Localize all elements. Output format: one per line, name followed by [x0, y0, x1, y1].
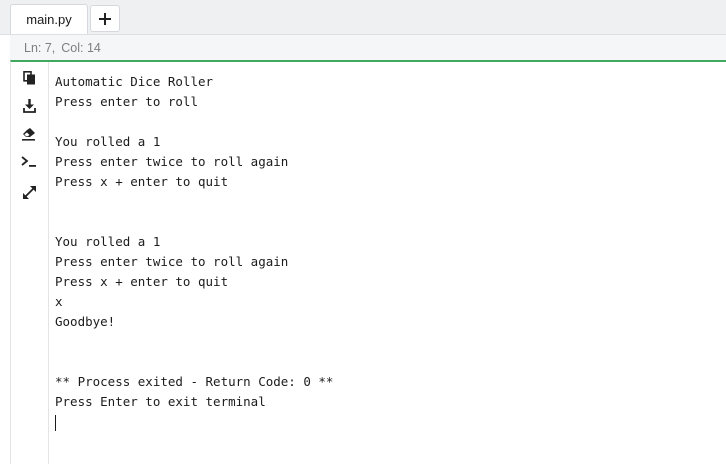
- status-bar: Ln: 7, Col: 14: [10, 35, 726, 60]
- text-cursor: [55, 414, 56, 431]
- console-toolbar: [11, 62, 49, 464]
- terminal-line: ** Process exited - Return Code: 0 **: [55, 374, 334, 389]
- expand-icon: [22, 185, 36, 199]
- tab-label: main.py: [26, 12, 72, 27]
- terminal-line: Automatic Dice Roller: [55, 74, 214, 89]
- terminal-line: You rolled a 1: [55, 134, 161, 149]
- console-panel: Automatic Dice Roller Press enter to rol…: [10, 60, 726, 464]
- tab-main-py[interactable]: main.py: [10, 4, 88, 34]
- terminal-line: Press x + enter to quit: [55, 274, 229, 289]
- terminal-input-line[interactable]: [55, 412, 726, 432]
- terminal-line: You rolled a 1: [55, 234, 161, 249]
- terminal-line: Press enter twice to roll again: [55, 254, 289, 269]
- terminal-line: Press enter to roll: [55, 94, 198, 109]
- terminal-icon: [21, 156, 36, 167]
- copy-button[interactable]: [19, 68, 39, 88]
- download-icon: [22, 99, 36, 113]
- tab-bar: main.py: [0, 0, 726, 35]
- terminal-line: Press x + enter to quit: [55, 174, 229, 189]
- terminal-output[interactable]: Automatic Dice Roller Press enter to rol…: [55, 72, 726, 464]
- eraser-icon: [22, 127, 35, 141]
- plus-icon: [99, 12, 111, 25]
- editor-app: main.py Ln: 7, Col: 14 Automatic Dice Ro…: [0, 0, 726, 464]
- terminal-button[interactable]: [19, 152, 39, 172]
- add-tab-button[interactable]: [90, 5, 120, 32]
- line-indicator: Ln: 7,: [24, 40, 56, 55]
- terminal-line: Press Enter to exit terminal: [55, 394, 266, 409]
- terminal-line: x: [55, 294, 63, 309]
- terminal-line: Press enter twice to roll again: [55, 154, 289, 169]
- clear-button[interactable]: [19, 124, 39, 144]
- download-button[interactable]: [19, 96, 39, 116]
- expand-button[interactable]: [19, 182, 39, 202]
- copy-icon: [22, 71, 35, 85]
- column-indicator: Col: 14: [61, 40, 101, 55]
- terminal-line: Goodbye!: [55, 314, 116, 329]
